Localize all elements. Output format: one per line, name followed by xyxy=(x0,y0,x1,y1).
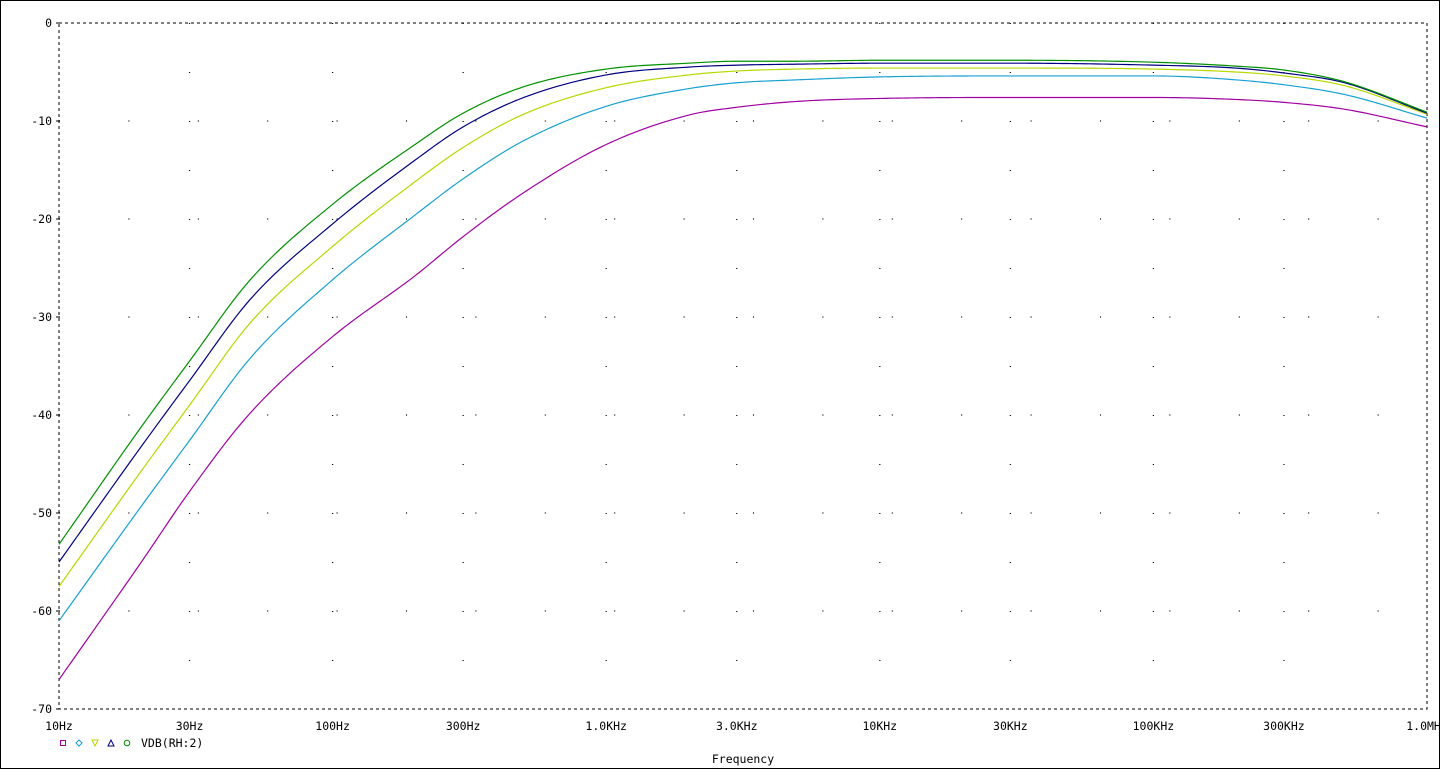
x-axis-ticks: 10Hz 30Hz 100Hz 300Hz 1.0KHz 3.0KHz 10KHz 30KHz… xyxy=(45,719,1440,733)
x-tick-label: 3.0KHz xyxy=(716,719,758,733)
x-tick-label: 1.0MHz xyxy=(1406,719,1440,733)
legend-marker-circle xyxy=(123,739,131,747)
x-tick-label: 10Hz xyxy=(45,719,73,733)
series-line-2 xyxy=(58,75,1428,622)
frequency-response-chart: 0 -10 -20 -30 -40 -50 -60 -70 10Hz 30Hz 100Hz 300H… xyxy=(31,16,1440,766)
series-line-4 xyxy=(58,62,1428,563)
legend-marker-square xyxy=(60,740,66,746)
y-tick-label: -50 xyxy=(31,506,52,520)
legend: VDB(RH:2) xyxy=(60,736,203,750)
y-tick-label: -30 xyxy=(31,310,52,324)
series-line-1 xyxy=(58,96,1428,680)
x-tick-label: 100KHz xyxy=(1133,719,1175,733)
legend-marker-diamond xyxy=(75,739,83,747)
x-tick-label: 100Hz xyxy=(315,719,350,733)
y-tick-label: -10 xyxy=(31,114,52,128)
y-tick-label: -20 xyxy=(31,212,52,226)
legend-label: VDB(RH:2) xyxy=(141,736,203,750)
series-line-3 xyxy=(58,67,1428,587)
x-tick-label: 300Hz xyxy=(446,719,481,733)
legend-marker-triangle-down xyxy=(91,739,99,748)
x-tick-label: 10KHz xyxy=(862,719,897,733)
x-tick-label: 30Hz xyxy=(176,719,204,733)
y-axis-ticks: 0 -10 -20 -30 -40 -50 -60 -70 xyxy=(31,16,59,716)
y-tick-label: 0 xyxy=(45,16,52,30)
legend-marker-triangle-up xyxy=(107,738,115,747)
x-axis-label: Frequency xyxy=(712,752,774,766)
y-tick-label: -40 xyxy=(31,408,52,422)
x-tick-label: 30KHz xyxy=(993,719,1028,733)
series-group xyxy=(58,59,1428,680)
series-line-5 xyxy=(58,59,1428,545)
y-tick-label: -70 xyxy=(31,702,52,716)
plot-area-border xyxy=(58,22,1428,710)
x-tick-label: 300KHz xyxy=(1263,719,1305,733)
y-tick-label: -60 xyxy=(31,604,52,618)
grid xyxy=(59,23,1427,709)
x-tick-label: 1.0KHz xyxy=(585,719,627,733)
